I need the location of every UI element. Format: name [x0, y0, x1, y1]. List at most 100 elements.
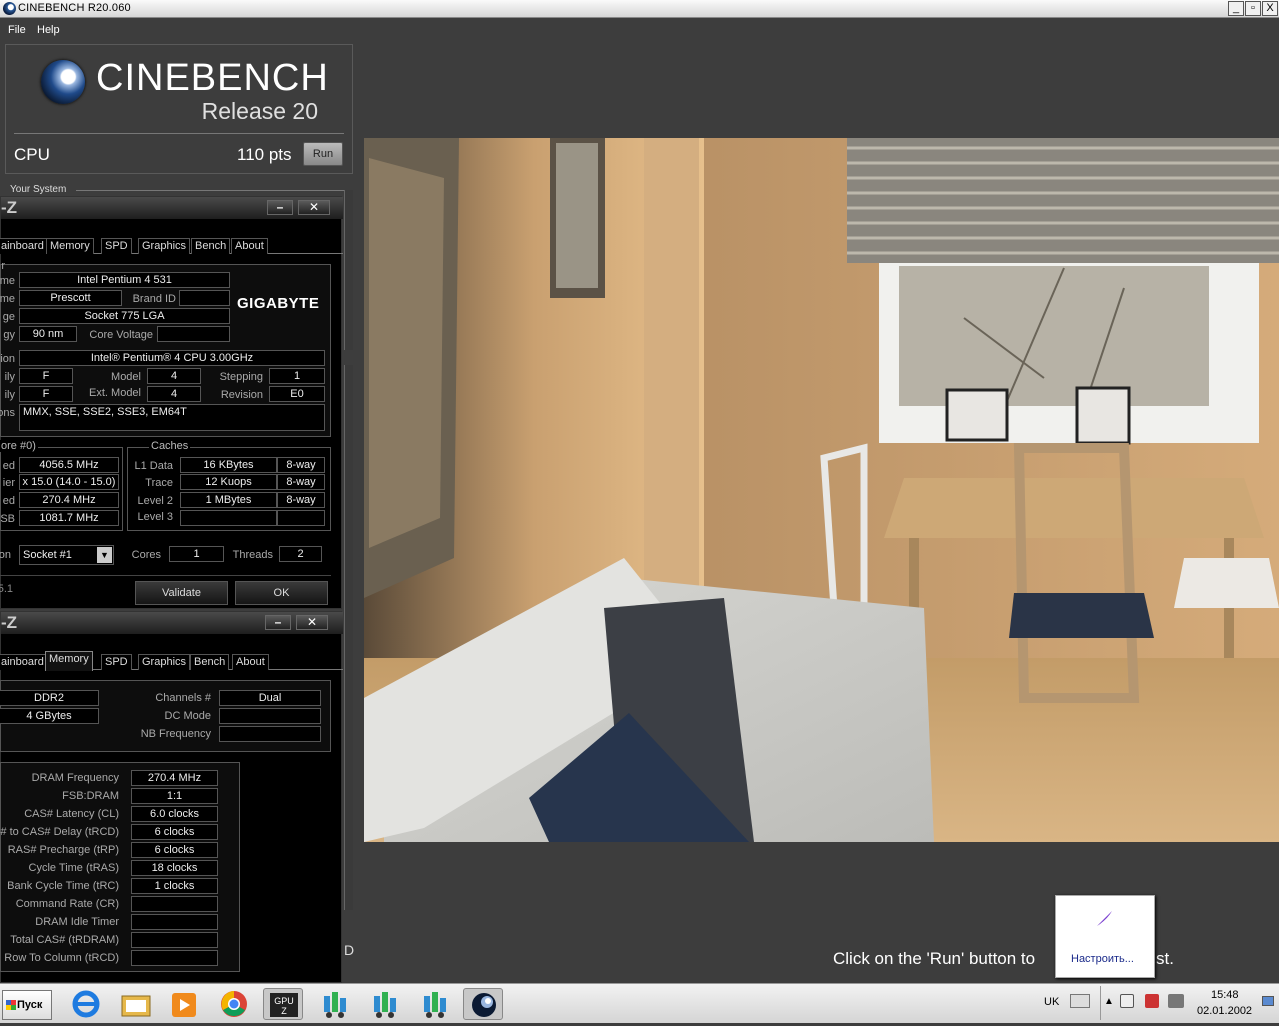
tab-about[interactable]: About — [231, 238, 268, 254]
speaker-muted-icon[interactable] — [1120, 994, 1134, 1008]
tab-graphics[interactable]: Graphics — [138, 238, 191, 254]
chevron-down-icon[interactable]: ▼ — [97, 547, 112, 563]
run-hint-text-tail: st. — [1156, 949, 1174, 968]
ok-button[interactable]: OK — [235, 581, 328, 605]
tab-mainboard[interactable]: ainboard — [0, 238, 48, 254]
keyboard-icon[interactable] — [1070, 994, 1090, 1008]
cpuz-close-button[interactable]: ✕ — [298, 200, 330, 215]
cinebench-icon[interactable] — [463, 988, 503, 1020]
chevron-up-icon[interactable]: ▲ — [1104, 996, 1114, 1007]
cpu-score: 110 pts — [237, 145, 292, 164]
cpuz-cpu-window: -Z – ✕ ainboard Memory SPD Graphics Benc… — [0, 196, 343, 609]
package-label: ge — [2, 311, 15, 323]
channels-field: Dual — [219, 690, 321, 706]
cpuz-minimize-button[interactable]: – — [267, 200, 293, 215]
popup-configure-text[interactable]: Настроить... — [1071, 953, 1134, 965]
tab-spd[interactable]: SPD — [101, 238, 132, 254]
cpuz-close-button[interactable]: ✕ — [296, 615, 328, 630]
tab-bench[interactable]: Bench — [190, 654, 230, 670]
close-button[interactable]: X — [1262, 1, 1278, 16]
tab-spd[interactable]: SPD — [101, 654, 132, 670]
window-title: CINEBENCH R20.060 — [18, 2, 131, 14]
family-field: F — [19, 368, 73, 384]
divider — [14, 133, 344, 134]
cpuz-memory-window: -Z – ✕ ainboard Memory SPD Graphics Benc… — [0, 611, 343, 983]
show-desktop-icon[interactable] — [1262, 996, 1274, 1006]
cinebench-app-icon — [3, 2, 16, 15]
cpuz-minimize-button[interactable]: – — [265, 615, 291, 630]
media-player-icon[interactable] — [164, 988, 204, 1020]
menu-help[interactable]: Help — [37, 24, 60, 36]
your-system-label: Your System — [10, 184, 67, 195]
flag-alert-icon[interactable] — [1145, 994, 1159, 1008]
cpuz-title-bar: -Z – ✕ — [1, 612, 343, 634]
codename-label: me — [0, 293, 15, 305]
specification-label: ion — [0, 353, 15, 365]
instructions-label: ons — [0, 407, 15, 419]
clock-time[interactable]: 15:48 — [1211, 989, 1239, 1001]
menu-file[interactable]: File — [8, 24, 26, 36]
codename-field: Prescott — [19, 290, 122, 306]
cache-size-field: 12 Kuops — [180, 474, 277, 490]
run-button[interactable]: Run — [303, 142, 343, 166]
socket-select[interactable]: Socket #1 ▼ — [19, 545, 114, 565]
dc-mode-field — [219, 708, 321, 724]
timing-label: DRAM Frequency — [31, 772, 119, 784]
model-field: 4 — [147, 368, 201, 384]
cpu-z-icon-1[interactable] — [316, 988, 356, 1020]
tab-mainboard[interactable]: ainboard — [0, 654, 48, 670]
tab-graphics[interactable]: Graphics — [138, 654, 191, 670]
tab-memory[interactable]: Memory — [45, 651, 93, 671]
timing-label: Total CAS# (tRDRAM) — [10, 934, 119, 946]
memory-type-field: DDR2 — [0, 690, 99, 706]
multiplier-field: x 15.0 (14.0 - 15.0) — [19, 474, 119, 490]
tray-popup[interactable]: Настроить... — [1055, 895, 1155, 978]
bus-speed-field: 270.4 MHz — [19, 492, 119, 508]
core-voltage-label: Core Voltage — [89, 329, 153, 341]
memory-size-field: 4 GBytes — [0, 708, 99, 724]
language-indicator[interactable]: UK — [1044, 996, 1059, 1008]
model-label: Model — [111, 371, 141, 383]
socket-select-value: Socket #1 — [23, 549, 72, 561]
start-button[interactable]: Пуск — [2, 990, 52, 1020]
caches-label: Caches — [149, 440, 191, 452]
cinebench-score-panel: CINEBENCH Release 20 CPU 110 pts Run — [5, 44, 353, 174]
timing-value: 6 clocks — [131, 824, 218, 840]
maximize-button[interactable]: ▫ — [1245, 1, 1261, 16]
chrome-icon[interactable] — [214, 988, 254, 1020]
tab-memory[interactable]: Memory — [46, 238, 94, 254]
threads-field: 2 — [279, 546, 322, 562]
ext-model-field: 4 — [147, 386, 201, 402]
cpuz-tab-bar: ainboard Memory SPD Graphics Bench About — [0, 234, 343, 254]
timing-value: 6.0 clocks — [131, 806, 218, 822]
cpuz-tab-bar: ainboard Memory SPD Graphics Bench About — [0, 650, 343, 671]
windows-flag-icon — [6, 1000, 16, 1010]
cpu-z-icon-2[interactable] — [366, 988, 406, 1020]
feather-icon — [1097, 911, 1112, 926]
revision-label: Revision — [220, 389, 263, 401]
timing-value — [131, 950, 218, 966]
divider — [1100, 986, 1101, 1020]
network-alert-icon[interactable] — [1168, 994, 1184, 1008]
name-label: me — [0, 275, 15, 287]
ext-family-label: ily — [4, 389, 15, 401]
minimize-button[interactable]: _ — [1228, 1, 1244, 16]
explorer-icon[interactable] — [116, 988, 156, 1020]
tab-about[interactable]: About — [232, 654, 269, 670]
timing-label: Command Rate (CR) — [15, 898, 119, 910]
threads-label: Threads — [232, 549, 273, 561]
svg-text:GPU: GPU — [274, 996, 294, 1006]
tab-bench[interactable]: Bench — [191, 238, 231, 254]
validate-button[interactable]: Validate — [135, 581, 228, 605]
clock-date[interactable]: 02.01.2002 — [1197, 1005, 1252, 1017]
technology-label: gy — [3, 329, 15, 341]
channels-label: Channels # — [155, 692, 211, 704]
svg-text:Z: Z — [281, 1006, 287, 1016]
gpu-z-icon[interactable]: GPU Z — [263, 988, 303, 1020]
brand-id-label: Brand ID — [132, 293, 176, 305]
cinebench-logo-icon — [41, 60, 85, 104]
ie-icon[interactable] — [66, 988, 106, 1020]
cpu-z-icon-3[interactable] — [416, 988, 456, 1020]
nb-frequency-field — [219, 726, 321, 742]
dc-mode-label: DC Mode — [164, 710, 211, 722]
